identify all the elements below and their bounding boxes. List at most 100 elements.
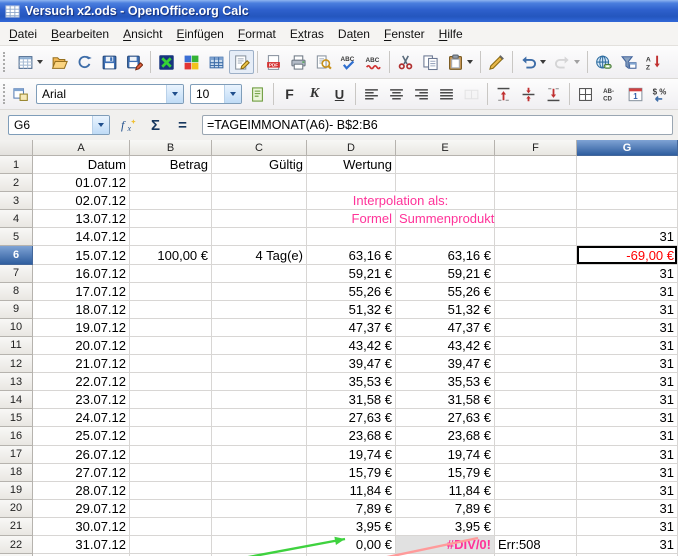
column-header-G[interactable]: G	[577, 140, 678, 156]
cell-A11[interactable]: 20.07.12	[33, 337, 130, 355]
cell-E13[interactable]: 35,53 €	[396, 373, 495, 391]
toolbar-drag-handle[interactable]	[3, 84, 5, 104]
cell-G6[interactable]: -69,00 €	[577, 246, 678, 264]
paste-button[interactable]	[443, 50, 477, 74]
cell-F13[interactable]	[495, 373, 577, 391]
cell-G10[interactable]: 31	[577, 319, 678, 337]
column-header-F[interactable]: F	[495, 140, 577, 156]
cell-B13[interactable]	[130, 373, 212, 391]
cell-D19[interactable]: 11,84 €	[307, 482, 396, 500]
cell-B15[interactable]	[130, 409, 212, 427]
cell-C16[interactable]	[212, 427, 307, 445]
undo-button-dropdown-icon[interactable]	[540, 60, 546, 64]
cell-B17[interactable]	[130, 446, 212, 464]
cell-C19[interactable]	[212, 482, 307, 500]
menu-hilfe[interactable]: Hilfe	[432, 24, 470, 44]
cell-F7[interactable]	[495, 265, 577, 283]
cell-B22[interactable]	[130, 536, 212, 554]
cell-B20[interactable]	[130, 500, 212, 518]
cell-B4[interactable]	[130, 210, 212, 228]
menu-format[interactable]: Format	[231, 24, 283, 44]
cell-E12[interactable]: 39,47 €	[396, 355, 495, 373]
page-preview-button[interactable]	[311, 50, 336, 74]
new-spreadsheet-button-dropdown-icon[interactable]	[37, 60, 43, 64]
cell-B3[interactable]	[130, 192, 212, 210]
cell-B12[interactable]	[130, 355, 212, 373]
cell-A19[interactable]: 28.07.12	[33, 482, 130, 500]
cell-C15[interactable]	[212, 409, 307, 427]
cell-C10[interactable]	[212, 319, 307, 337]
cell-B14[interactable]	[130, 391, 212, 409]
cell-D15[interactable]: 27,63 €	[307, 409, 396, 427]
cell-A10[interactable]: 19.07.12	[33, 319, 130, 337]
row-header-17[interactable]: 17	[0, 446, 33, 464]
document-button[interactable]	[245, 82, 270, 106]
cell-C20[interactable]	[212, 500, 307, 518]
column-header-B[interactable]: B	[130, 140, 212, 156]
cell-C22[interactable]	[212, 536, 307, 554]
row-header-22[interactable]: 22	[0, 536, 33, 554]
cell-E21[interactable]: 3,95 €	[396, 518, 495, 536]
cell-B11[interactable]	[130, 337, 212, 355]
cell-B2[interactable]	[130, 174, 212, 192]
cell-D11[interactable]: 43,42 €	[307, 337, 396, 355]
cell-D16[interactable]: 23,68 €	[307, 427, 396, 445]
align-right-button[interactable]	[409, 82, 434, 106]
row-header-15[interactable]: 15	[0, 409, 33, 427]
cell-F5[interactable]	[495, 228, 577, 246]
cell-D6[interactable]: 63,16 €	[307, 246, 396, 264]
cell-D7[interactable]: 59,21 €	[307, 265, 396, 283]
cell-A6[interactable]: 15.07.12	[33, 246, 130, 264]
borders-button[interactable]	[573, 82, 598, 106]
paste-button-dropdown-icon[interactable]	[467, 60, 473, 64]
menu-daten[interactable]: Daten	[331, 24, 377, 44]
pdf-export-button[interactable]: PDF	[261, 50, 286, 74]
open-button[interactable]	[47, 50, 72, 74]
cell-F17[interactable]	[495, 446, 577, 464]
menu-einf-gen[interactable]: Einfügen	[169, 24, 230, 44]
cell-A9[interactable]: 18.07.12	[33, 301, 130, 319]
cell-G4[interactable]	[577, 210, 678, 228]
align-justify-button[interactable]	[434, 82, 459, 106]
cell-G2[interactable]	[577, 174, 678, 192]
cell-A22[interactable]: 31.07.12	[33, 536, 130, 554]
cell-C13[interactable]	[212, 373, 307, 391]
cell-A20[interactable]: 29.07.12	[33, 500, 130, 518]
cell-F16[interactable]	[495, 427, 577, 445]
name-box[interactable]: G6	[8, 115, 110, 135]
cell-B21[interactable]	[130, 518, 212, 536]
cell-A2[interactable]: 01.07.12	[33, 174, 130, 192]
column-header-E[interactable]: E	[396, 140, 495, 156]
cell-D20[interactable]: 7,89 €	[307, 500, 396, 518]
row-header-9[interactable]: 9	[0, 301, 33, 319]
edit-mode-button[interactable]	[229, 50, 254, 74]
align-top-button[interactable]	[491, 82, 516, 106]
menu-datei[interactable]: Datei	[2, 24, 44, 44]
redo-button-dropdown-icon[interactable]	[574, 60, 580, 64]
cell-G9[interactable]: 31	[577, 301, 678, 319]
cell-B9[interactable]	[130, 301, 212, 319]
print-button[interactable]	[286, 50, 311, 74]
cell-G16[interactable]: 31	[577, 427, 678, 445]
cell-E5[interactable]	[396, 228, 495, 246]
cell-F9[interactable]	[495, 301, 577, 319]
equals-button[interactable]: =	[170, 113, 195, 137]
cell-A5[interactable]: 14.07.12	[33, 228, 130, 246]
font-name-combo-dropdown-icon[interactable]	[166, 85, 183, 103]
font-size-combo[interactable]: 10	[190, 84, 242, 104]
cell-A13[interactable]: 22.07.12	[33, 373, 130, 391]
cell-F22[interactable]: Err:508	[495, 536, 577, 554]
cell-B10[interactable]	[130, 319, 212, 337]
date-format-button[interactable]: 1	[623, 82, 648, 106]
cell-B1[interactable]: Betrag	[130, 156, 212, 174]
cell-E16[interactable]: 23,68 €	[396, 427, 495, 445]
cell-C2[interactable]	[212, 174, 307, 192]
align-bottom-button[interactable]	[541, 82, 566, 106]
cell-G18[interactable]: 31	[577, 464, 678, 482]
cell-E22[interactable]: #DIV/0!	[396, 536, 495, 554]
row-header-20[interactable]: 20	[0, 500, 33, 518]
cell-F20[interactable]	[495, 500, 577, 518]
cell-A8[interactable]: 17.07.12	[33, 283, 130, 301]
cell-G20[interactable]: 31	[577, 500, 678, 518]
sort-ascending-button[interactable]: AZ	[641, 50, 666, 74]
